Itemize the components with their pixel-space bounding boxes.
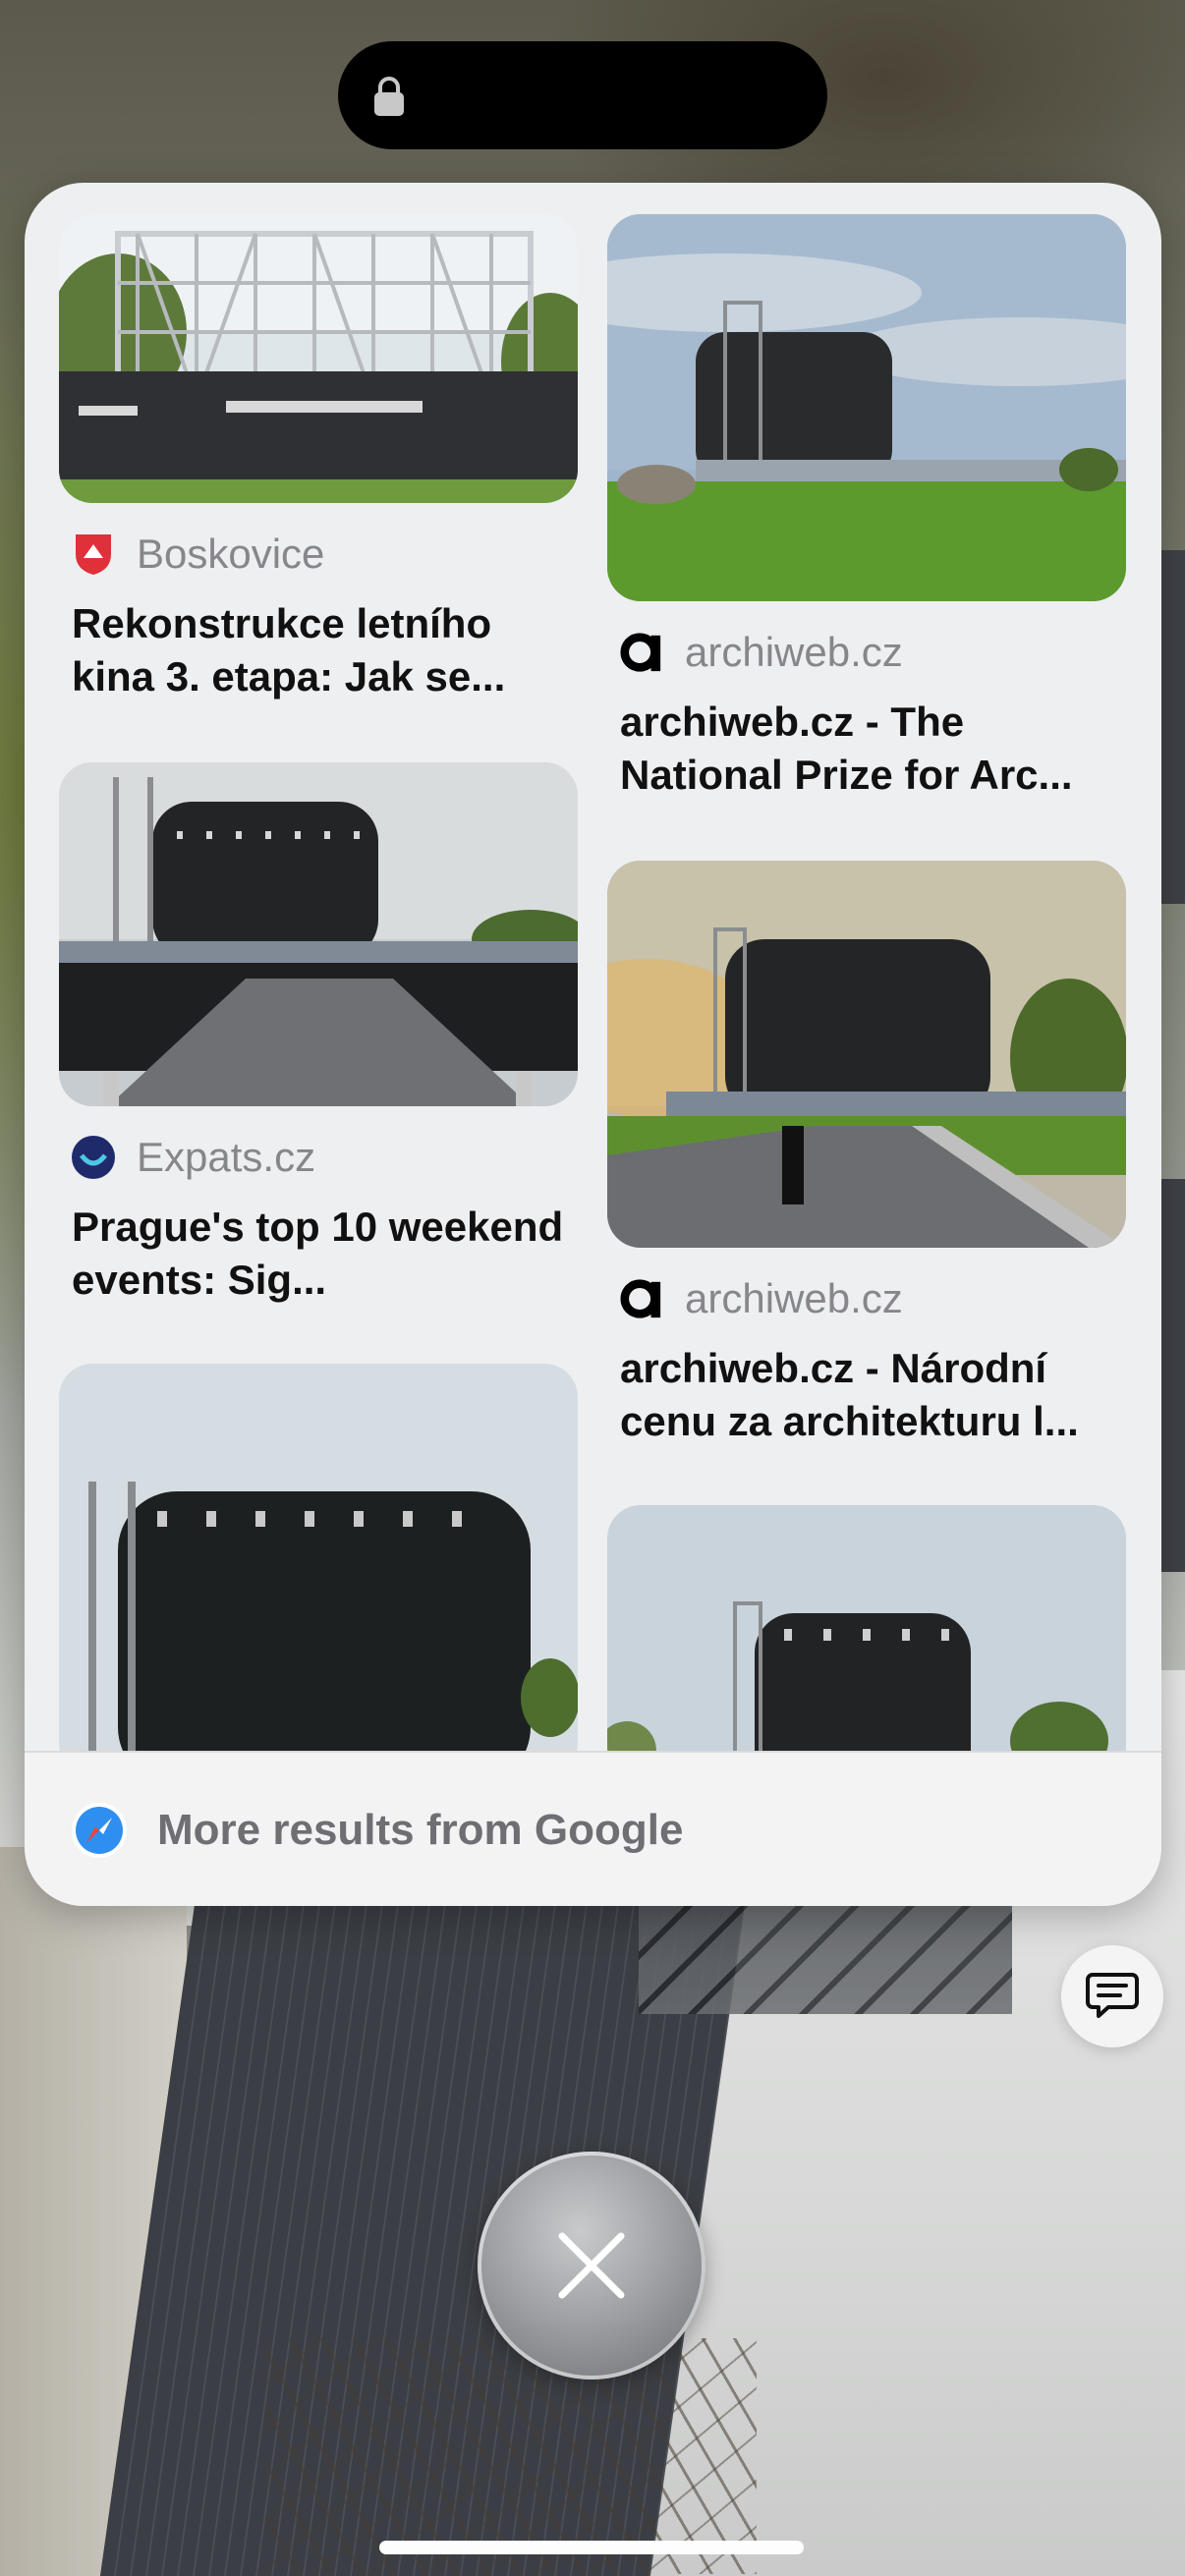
more-results-label: More results from Google bbox=[157, 1806, 684, 1854]
lock-icon bbox=[374, 77, 404, 116]
result-title[interactable]: Prague's top 10 weekend events: Sig... bbox=[59, 1201, 578, 1307]
result-thumbnail bbox=[607, 1505, 1126, 1751]
result-thumbnail bbox=[607, 861, 1126, 1248]
visual-search-results-panel: Boskovice Rekonstrukce letního kina 3. e… bbox=[25, 183, 1161, 1906]
close-button[interactable] bbox=[478, 2152, 705, 2380]
result-source-name: Expats.cz bbox=[137, 1134, 316, 1180]
result-title[interactable]: Rekonstrukce letního kina 3. etapa: Jak … bbox=[59, 597, 578, 703]
result-card[interactable]: Expats.cz Prague's top 10 weekend events… bbox=[59, 762, 578, 1307]
archiweb-a-icon bbox=[620, 1277, 663, 1320]
background-girder bbox=[639, 1896, 1012, 2014]
home-indicator[interactable] bbox=[379, 2541, 804, 2554]
result-source: Boskovice bbox=[59, 529, 578, 580]
chat-button[interactable] bbox=[1061, 1945, 1163, 2047]
safari-compass-icon bbox=[72, 1803, 127, 1858]
background-branches bbox=[265, 2338, 757, 2574]
results-grid[interactable]: Boskovice Rekonstrukce letního kina 3. e… bbox=[25, 183, 1161, 1751]
result-source: archiweb.cz bbox=[607, 627, 1126, 678]
dynamic-island bbox=[338, 41, 827, 149]
result-title[interactable]: archiweb.cz - Národní cenu za architektu… bbox=[607, 1342, 1126, 1448]
result-card[interactable] bbox=[607, 1505, 1126, 1751]
expats-smile-icon bbox=[72, 1136, 115, 1179]
result-thumbnail bbox=[607, 214, 1126, 601]
result-thumbnail bbox=[59, 214, 578, 503]
result-source-name: archiweb.cz bbox=[685, 1275, 903, 1321]
result-thumbnail bbox=[59, 1364, 578, 1751]
result-source: archiweb.cz bbox=[607, 1273, 1126, 1324]
result-title[interactable]: archiweb.cz - The National Prize for Arc… bbox=[607, 696, 1126, 802]
background-edge-structure bbox=[1159, 1179, 1185, 1572]
result-source-name: Boskovice bbox=[137, 531, 325, 577]
chat-bubble-icon bbox=[1086, 1973, 1139, 2018]
background-edge-structure bbox=[1159, 550, 1185, 904]
boskovice-crest-icon bbox=[72, 532, 115, 576]
close-icon bbox=[558, 2232, 625, 2299]
result-source: Expats.cz bbox=[59, 1132, 578, 1183]
more-results-button[interactable]: More results from Google bbox=[25, 1751, 1161, 1906]
archiweb-a-icon bbox=[620, 631, 663, 674]
result-thumbnail bbox=[59, 762, 578, 1106]
result-source-name: archiweb.cz bbox=[685, 629, 903, 675]
result-card[interactable] bbox=[59, 1364, 578, 1751]
result-card[interactable]: archiweb.cz archiweb.cz - Národní cenu z… bbox=[607, 861, 1126, 1448]
result-card[interactable]: archiweb.cz archiweb.cz - The National P… bbox=[607, 214, 1126, 802]
result-card[interactable]: Boskovice Rekonstrukce letního kina 3. e… bbox=[59, 214, 578, 703]
